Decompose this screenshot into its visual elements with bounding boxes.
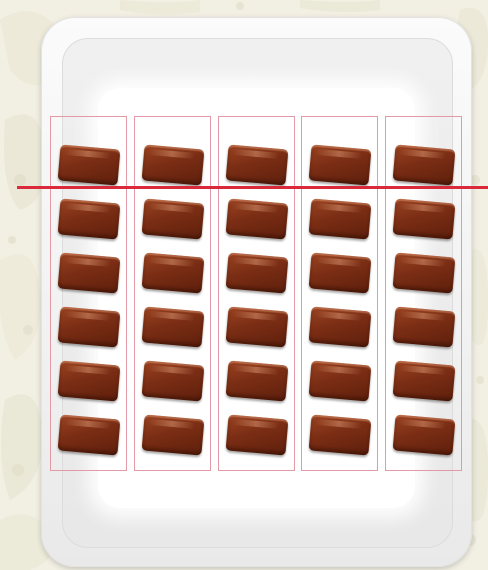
- chocolate-piece: [392, 360, 456, 402]
- chocolate-group-2[interactable]: [134, 116, 211, 471]
- chocolate-piece: [225, 252, 289, 294]
- chocolate-piece: [141, 360, 205, 402]
- game-scene: [0, 0, 488, 570]
- chocolate-piece: [57, 198, 121, 240]
- chocolate-piece: [141, 252, 205, 294]
- chocolate-piece: [308, 144, 372, 186]
- red-divider-line[interactable]: [17, 186, 488, 189]
- chocolate-group-5[interactable]: [385, 116, 462, 471]
- chocolate-piece: [392, 306, 456, 348]
- chocolate-piece: [141, 144, 205, 186]
- chocolate-piece: [57, 252, 121, 294]
- chocolate-piece: [308, 198, 372, 240]
- chocolate-piece: [308, 252, 372, 294]
- chocolate-piece: [308, 414, 372, 456]
- chocolate-group-1[interactable]: [50, 116, 127, 471]
- chocolate-piece: [141, 414, 205, 456]
- chocolate-piece: [225, 144, 289, 186]
- chocolate-piece: [57, 306, 121, 348]
- chocolate-piece: [141, 306, 205, 348]
- chocolate-piece: [392, 414, 456, 456]
- chocolate-piece: [308, 306, 372, 348]
- chocolate-piece: [392, 252, 456, 294]
- chocolate-piece: [392, 198, 456, 240]
- chocolate-group-4[interactable]: [301, 116, 378, 471]
- chocolate-piece: [57, 360, 121, 402]
- chocolate-piece: [392, 144, 456, 186]
- chocolate-piece: [57, 414, 121, 456]
- chocolate-group-3[interactable]: [218, 116, 295, 471]
- chocolate-piece: [225, 198, 289, 240]
- chocolate-piece: [225, 414, 289, 456]
- chocolate-piece: [141, 198, 205, 240]
- chocolate-piece: [308, 360, 372, 402]
- chocolate-piece: [225, 360, 289, 402]
- chocolate-piece: [57, 144, 121, 186]
- chocolate-piece: [225, 306, 289, 348]
